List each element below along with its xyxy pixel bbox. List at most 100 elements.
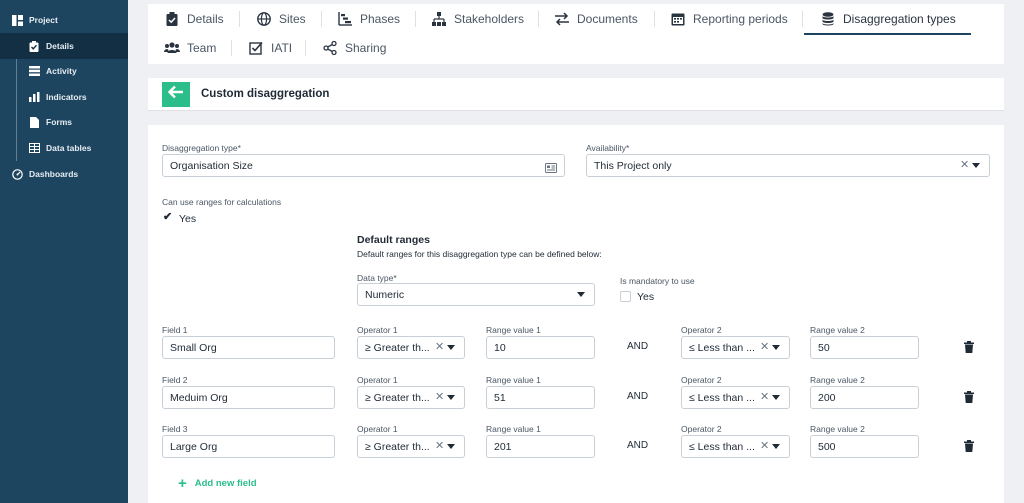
ranges-yes-label: Yes (179, 213, 197, 225)
sidebar-item-label: Data tables (46, 143, 92, 153)
tab-separator (321, 11, 322, 27)
clear-icon[interactable]: ✕ (960, 160, 969, 171)
range-value1-input[interactable]: 10 (486, 336, 595, 359)
active-tab-indicator (804, 33, 971, 35)
sidebar-item-label: Indicators (46, 92, 87, 102)
users-icon (164, 40, 180, 56)
clear-icon[interactable]: ✕ (435, 441, 444, 452)
tab-phases[interactable]: Phases (337, 5, 400, 33)
disaggregation-type-label: Disaggregation type* (162, 143, 241, 153)
checkmark-icon[interactable]: ✔ (163, 212, 172, 223)
field-name-input[interactable]: Small Org (162, 336, 335, 359)
sidebar-item-project[interactable]: Project (0, 7, 128, 33)
sidebar-item-data-tables[interactable]: Data tables (0, 135, 128, 161)
chevron-down-icon[interactable] (447, 444, 455, 449)
dashboard-icon (11, 168, 23, 180)
ranges-label: Can use ranges for calculations (162, 197, 282, 207)
arrow-left-icon (167, 85, 184, 104)
share-icon (322, 40, 338, 56)
default-ranges-title: Default ranges (357, 234, 430, 246)
tab-separator (802, 11, 803, 27)
tab-team[interactable]: Team (164, 34, 216, 62)
list-icon (28, 65, 40, 77)
operator-label: Operator 2 (681, 424, 722, 434)
disaggregation-type-input[interactable]: Organisation Size (162, 154, 565, 177)
range-value1-input[interactable]: 201 (486, 435, 595, 458)
table-icon (28, 142, 40, 154)
sidebar-item-label: Details (46, 41, 74, 51)
chevron-down-icon[interactable] (447, 395, 455, 400)
tab-bar: Details Sites Phases Stakeholders Docume… (148, 4, 1004, 64)
trash-icon[interactable] (964, 340, 976, 353)
chevron-down-icon[interactable] (772, 395, 780, 400)
chevron-down-icon[interactable] (577, 292, 585, 297)
card-icon (545, 160, 557, 178)
tab-separator (538, 11, 539, 27)
bar-chart-icon (28, 91, 40, 103)
exchange-icon (554, 11, 570, 27)
sidebar-item-activity[interactable]: Activity (0, 58, 128, 84)
tab-separator (239, 11, 240, 27)
mandatory-checkbox[interactable] (620, 291, 631, 302)
clipboard-check-icon (164, 11, 180, 27)
field-label: Field 2 (162, 375, 188, 385)
operator-label: Operator 1 (357, 424, 398, 434)
tab-separator (654, 11, 655, 27)
tab-separator (305, 40, 306, 56)
clear-icon[interactable]: ✕ (435, 392, 444, 403)
sidebar: Project Details Activity Indicators Form… (0, 0, 128, 503)
tab-separator (415, 11, 416, 27)
field-label: Field 3 (162, 424, 188, 434)
clear-icon[interactable]: ✕ (435, 342, 444, 353)
range-value1-input[interactable]: 51 (486, 386, 595, 409)
chevron-down-icon[interactable] (772, 444, 780, 449)
chevron-down-icon[interactable] (447, 345, 455, 350)
sidebar-item-label: Project (29, 15, 58, 25)
tab-sharing[interactable]: Sharing (322, 34, 386, 62)
field-name-input[interactable]: Large Org (162, 435, 335, 458)
plus-icon: + (178, 475, 187, 492)
and-label: AND (627, 391, 649, 402)
add-new-field-button[interactable]: + Add new field (178, 476, 257, 491)
tab-disaggregation-types[interactable]: Disaggregation types (820, 5, 956, 33)
project-icon (11, 14, 23, 26)
operator-label: Operator 1 (357, 375, 398, 385)
and-label: AND (627, 440, 649, 451)
clear-icon[interactable]: ✕ (760, 392, 769, 403)
chevron-down-icon[interactable] (772, 345, 780, 350)
tab-reporting-periods[interactable]: Reporting periods (670, 5, 788, 33)
range-value2-input[interactable]: 50 (810, 336, 919, 359)
data-type-select[interactable]: Numeric (357, 283, 595, 306)
back-button[interactable] (162, 82, 190, 107)
tab-stakeholders[interactable]: Stakeholders (431, 5, 524, 33)
mandatory-label: Is mandatory to use (620, 276, 695, 286)
tab-separator (231, 40, 232, 56)
clipboard-check-icon (28, 40, 40, 52)
trash-icon[interactable] (964, 390, 976, 403)
range-value-label: Range value 1 (486, 325, 541, 335)
mandatory-yes-label: Yes (637, 291, 655, 303)
sidebar-item-label: Dashboards (29, 169, 79, 179)
field-name-input[interactable]: Meduim Org (162, 386, 335, 409)
range-value2-input[interactable]: 200 (810, 386, 919, 409)
clear-icon[interactable]: ✕ (760, 342, 769, 353)
tab-details[interactable]: Details (164, 5, 224, 33)
clear-icon[interactable]: ✕ (760, 441, 769, 452)
trash-icon[interactable] (964, 439, 976, 452)
range-value-label: Range value 1 (486, 375, 541, 385)
chevron-down-icon[interactable] (972, 163, 980, 168)
page-header: Custom disaggregation (148, 78, 1004, 111)
tab-documents[interactable]: Documents (554, 5, 638, 33)
sidebar-item-label: Activity (46, 66, 77, 76)
sidebar-item-indicators[interactable]: Indicators (0, 84, 128, 110)
range-value2-input[interactable]: 500 (810, 435, 919, 458)
tab-sites[interactable]: Sites (256, 5, 306, 33)
field-label: Field 1 (162, 325, 188, 335)
sidebar-item-dashboards[interactable]: Dashboards (0, 161, 128, 187)
tab-iati[interactable]: IATI (248, 34, 292, 62)
sidebar-item-details[interactable]: Details (0, 33, 128, 59)
data-type-label: Data type* (357, 273, 397, 283)
sidebar-item-label: Forms (46, 117, 72, 127)
sidebar-item-forms[interactable]: Forms (0, 109, 128, 135)
availability-select[interactable]: This Project only (586, 154, 990, 177)
